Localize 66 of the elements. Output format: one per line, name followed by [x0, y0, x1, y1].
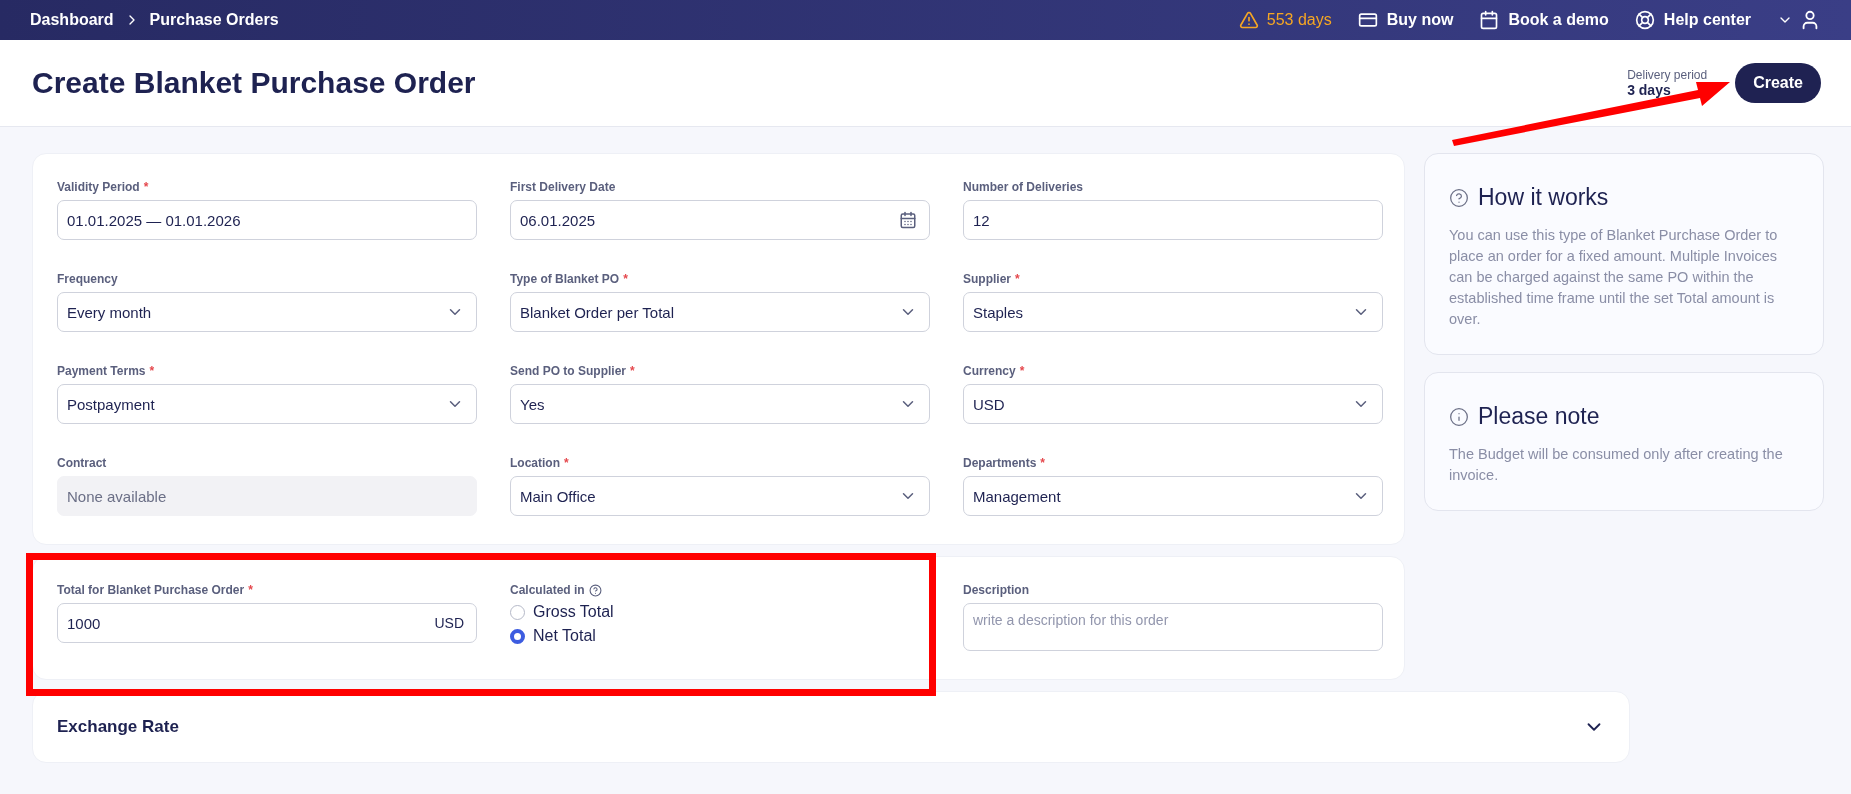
input-field[interactable]: 12	[963, 200, 1383, 240]
info-title: Please note	[1449, 403, 1799, 430]
select-field[interactable]: Main Office	[510, 476, 930, 516]
required-mark: *	[149, 364, 155, 378]
trial-days: 553 days	[1266, 11, 1332, 29]
field-label: Payment Terms	[57, 364, 146, 378]
field-label: Total for Blanket Purchase Order	[57, 583, 245, 597]
calendar-icon[interactable]	[899, 211, 917, 229]
required-mark: *	[1040, 456, 1046, 470]
info-title: How it works	[1449, 184, 1799, 211]
field-label: Currency	[963, 364, 1016, 378]
info-text: You can use this type of Blanket Purchase Order to place an order for a fixed amount. Multiple Invoices can be charged against the same PO within the established time frame until the set Total amount is over.	[1449, 226, 1779, 329]
select-field[interactable]: Blanket Order per Total	[510, 292, 930, 332]
delivery-value: 3 days	[1627, 82, 1672, 98]
topbar-button[interactable]: Book a demo	[1479, 10, 1609, 30]
field-label: Send PO to Supplier	[510, 364, 626, 378]
field-label: Validity Period	[57, 180, 140, 194]
radio-option[interactable]: Net Total	[510, 627, 930, 645]
breadcrumb-link[interactable]: Dashboard	[30, 11, 114, 29]
topbar-button[interactable]: Buy now	[1357, 10, 1454, 30]
select-field[interactable]: Yes	[510, 384, 930, 424]
required-mark: *	[1015, 272, 1020, 286]
field-label: Departments	[963, 456, 1037, 470]
required-mark: *	[1019, 364, 1025, 378]
input-field[interactable]: 01.01.2025 — 01.01.2026	[57, 200, 477, 240]
field-label: Number of Deliveries	[963, 180, 1084, 194]
breadcrumb-link[interactable]: Purchase Orders	[149, 11, 279, 29]
input-field[interactable]: 1000 USD	[57, 603, 477, 643]
select-field[interactable]: Every month	[57, 292, 477, 332]
info-text: The Budget will be consumed only after creating the invoice.	[1449, 445, 1784, 485]
select-field[interactable]: Management	[963, 476, 1383, 516]
required-mark: *	[143, 180, 149, 194]
radio-button[interactable]	[510, 628, 525, 644]
radio-option[interactable]: Gross Total	[510, 603, 930, 621]
required-mark: *	[248, 583, 253, 597]
field-label: Location	[510, 456, 560, 470]
select-field[interactable]: Postpayment	[57, 384, 477, 424]
panel-title: Exchange Rate	[57, 717, 179, 737]
help-icon[interactable]	[588, 583, 602, 597]
delivery-label: Delivery period	[1627, 68, 1708, 82]
warning-icon	[1238, 10, 1259, 30]
field-label: Type of Blanket PO	[510, 272, 620, 286]
required-mark: *	[623, 272, 628, 286]
card-icon	[1357, 10, 1378, 30]
currency-suffix: USD	[434, 615, 464, 631]
radio-button[interactable]	[510, 604, 525, 620]
select-field[interactable]: USD	[963, 384, 1383, 424]
field-label: Calculated in	[510, 583, 585, 597]
input-field: None available	[57, 476, 477, 516]
create-button[interactable]: Create	[1735, 63, 1821, 103]
exchange-rate-panel[interactable]: Exchange Rate	[32, 691, 1630, 763]
required-mark: *	[564, 456, 569, 470]
field-label: Contract	[57, 456, 107, 470]
topbar-button[interactable]: Help center	[1634, 10, 1751, 30]
field-label: Description	[963, 583, 1030, 597]
calendar-icon	[1479, 10, 1500, 30]
lifebuoy-icon	[1634, 10, 1655, 30]
info-icon	[1449, 406, 1469, 427]
help-icon	[1449, 187, 1469, 208]
required-mark: *	[630, 364, 635, 378]
field-label: Frequency	[57, 272, 118, 286]
select-field[interactable]: Staples	[963, 292, 1383, 332]
page-title: Create Blanket Purchase Order	[32, 66, 477, 100]
input-field[interactable]: 06.01.2025	[510, 200, 930, 240]
field-label: First Delivery Date	[510, 180, 616, 194]
field-label: Supplier	[963, 272, 1011, 286]
